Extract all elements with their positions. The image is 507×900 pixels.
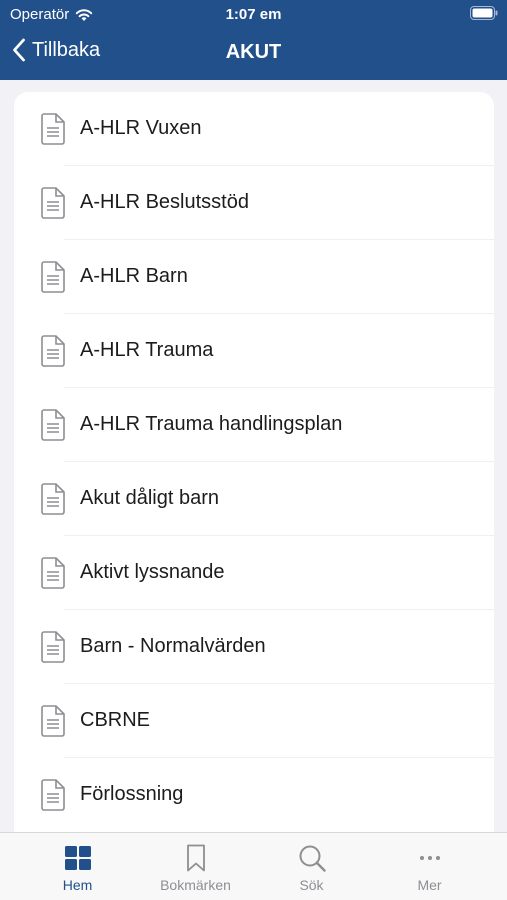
- list-item-label: CBRNE: [80, 709, 151, 731]
- list-item-label: A-HLR Barn: [80, 265, 188, 287]
- header: Operatör 1:07 em Tillbaka AKUT: [0, 0, 507, 80]
- list-item[interactable]: A-HLR Beslutsstöd: [14, 166, 494, 240]
- list-item-label: Förlossning: [80, 783, 184, 805]
- tab-search[interactable]: Sök: [248, 833, 375, 900]
- tab-label: Sök: [299, 877, 324, 893]
- list-item-label: Barn - Normalvärden: [80, 635, 266, 657]
- more-icon: [419, 856, 440, 860]
- battery-icon: [470, 6, 498, 20]
- list-item[interactable]: Förlossning: [14, 758, 494, 832]
- list-item[interactable]: Akut dåligt barn: [14, 462, 494, 536]
- bookmark-icon: [186, 844, 205, 872]
- list-item[interactable]: CBRNE: [14, 684, 494, 758]
- document-list: A-HLR Vuxen A-HLR Beslutsstöd A-HLR Barn…: [14, 92, 494, 852]
- tab-more[interactable]: Mer: [366, 833, 493, 900]
- list-item[interactable]: A-HLR Trauma: [14, 314, 494, 388]
- tab-bar: Hem Bokmärken Sök Mer: [0, 832, 507, 900]
- tab-label: Hem: [62, 877, 93, 893]
- list-item-label: Aktivt lyssnande: [80, 561, 225, 583]
- search-icon: [299, 845, 326, 872]
- document-icon: [41, 705, 65, 737]
- document-icon: [41, 557, 65, 589]
- document-icon: [41, 261, 65, 293]
- document-icon: [41, 631, 65, 663]
- list-item-label: A-HLR Vuxen: [80, 117, 202, 139]
- page-title: AKUT: [225, 41, 282, 63]
- list-item[interactable]: Barn - Normalvärden: [14, 610, 494, 684]
- list-item[interactable]: A-HLR Vuxen: [14, 92, 494, 166]
- list-item[interactable]: A-HLR Barn: [14, 240, 494, 314]
- list-item-label: A-HLR Beslutsstöd: [80, 191, 249, 213]
- list-item-label: Akut dåligt barn: [80, 487, 219, 509]
- document-icon: [41, 187, 65, 219]
- list-item[interactable]: Aktivt lyssnande: [14, 536, 494, 610]
- tab-label: Mer: [417, 877, 442, 893]
- list-item-label: A-HLR Trauma handlingsplan: [80, 413, 343, 435]
- tab-bookmarks[interactable]: Bokmärken: [132, 833, 259, 900]
- document-icon: [41, 335, 65, 367]
- document-icon: [41, 483, 65, 515]
- tab-home[interactable]: Hem: [14, 833, 141, 900]
- document-icon: [41, 409, 65, 441]
- document-icon: [41, 779, 65, 811]
- status-bar: Operatör 1:07 em: [0, 0, 507, 28]
- status-time: 1:07 em: [225, 6, 282, 23]
- grid-icon: [64, 846, 91, 870]
- list-item[interactable]: A-HLR Trauma handlingsplan: [14, 388, 494, 462]
- navigation-bar: Tillbaka AKUT: [0, 30, 507, 76]
- document-icon: [41, 113, 65, 145]
- list-item-label: A-HLR Trauma: [80, 339, 214, 361]
- tab-label: Bokmärken: [160, 877, 231, 893]
